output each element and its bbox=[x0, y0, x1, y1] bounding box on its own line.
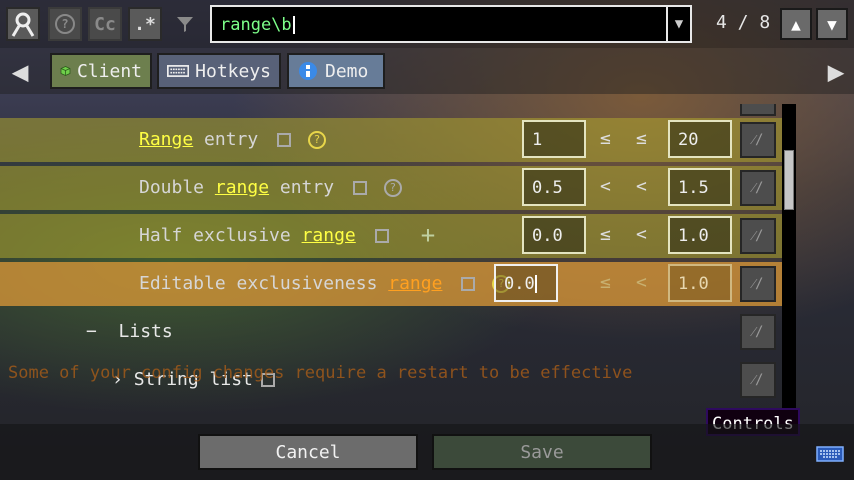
entry-label: Half exclusive range bbox=[139, 225, 389, 246]
range-max-input[interactable]: 20 bbox=[668, 120, 732, 158]
restart-warning: Some of your config changes require a re… bbox=[8, 363, 633, 383]
reset-icon: ⁄/ bbox=[752, 371, 764, 388]
config-entry-editable-exclusiveness-range: Editable exclusiveness range ? 0.0 ≤ < 1… bbox=[0, 262, 782, 306]
tabs-scroll-left[interactable]: ◀ bbox=[6, 52, 34, 90]
entry-label: Double range entry ? bbox=[139, 177, 402, 198]
range-min-input[interactable]: 0.0 bbox=[522, 216, 586, 254]
reset-button[interactable]: ⁄/ bbox=[740, 266, 776, 302]
min-comparator-toggle[interactable]: < bbox=[600, 176, 611, 197]
tab-client[interactable]: Client bbox=[50, 53, 152, 89]
next-match-button[interactable]: ▼ bbox=[816, 8, 848, 40]
text-cursor bbox=[534, 275, 537, 293]
tab-hotkeys[interactable]: Hotkeys bbox=[157, 53, 281, 89]
previous-match-button[interactable]: ▲ bbox=[780, 8, 812, 40]
min-comparator-toggle[interactable]: ≤ bbox=[600, 224, 611, 245]
reset-button[interactable]: ⁄/ bbox=[740, 104, 776, 116]
config-entry-range: Range entry ? 1 ≤ ≤ 20 ⁄/ bbox=[0, 118, 782, 162]
keyboard-icon[interactable] bbox=[816, 446, 844, 462]
min-comparator-toggle[interactable]: ≤ bbox=[600, 272, 611, 293]
reset-button[interactable]: ⁄/ bbox=[740, 122, 776, 158]
range-max-input[interactable]: 1.5 bbox=[668, 168, 732, 206]
reset-button[interactable]: ⁄/ bbox=[740, 218, 776, 254]
save-button[interactable]: Save bbox=[432, 434, 652, 470]
help-search-toggle[interactable]: ? bbox=[48, 7, 82, 41]
question-icon: ? bbox=[55, 14, 75, 34]
category-lists[interactable]: − Lists ⁄/ bbox=[0, 310, 782, 354]
search-history-dropdown[interactable]: ▼ bbox=[668, 5, 692, 43]
config-entry-half-exclusive-range: Half exclusive range + 0.0 ≤ < 1.0 ⁄/ bbox=[0, 214, 782, 258]
entry-label: Editable exclusiveness range ? bbox=[139, 273, 511, 294]
chevron-up-icon: ▲ bbox=[791, 14, 801, 34]
max-comparator-toggle[interactable]: ≤ bbox=[636, 128, 647, 149]
cancel-button[interactable]: Cancel bbox=[198, 434, 418, 470]
plus-icon: + bbox=[420, 221, 436, 249]
regex-toggle[interactable]: .* bbox=[128, 7, 162, 41]
text-cursor bbox=[292, 16, 295, 34]
range-min-input[interactable]: 0.0 bbox=[494, 264, 558, 302]
reset-icon: ⁄/ bbox=[752, 227, 764, 244]
globe-icon bbox=[299, 62, 317, 80]
range-min-input[interactable]: 1 bbox=[522, 120, 586, 158]
tab-demo[interactable]: Demo bbox=[287, 53, 385, 89]
bottom-bar bbox=[0, 424, 854, 480]
config-entry-double-range: Double range entry ? 0.5 < < 1.5 ⁄/ bbox=[0, 166, 782, 210]
copy-icon[interactable] bbox=[461, 277, 476, 291]
collapse-icon: − bbox=[86, 321, 97, 342]
cube-icon bbox=[60, 66, 71, 76]
reset-button[interactable]: ⁄/ bbox=[740, 314, 776, 350]
range-min-input[interactable]: 0.5 bbox=[522, 168, 586, 206]
chevron-left-icon: ◀ bbox=[11, 54, 29, 88]
reset-button[interactable]: ⁄/ bbox=[740, 170, 776, 206]
max-comparator-toggle[interactable]: < bbox=[636, 272, 647, 293]
reset-button[interactable]: ⁄/ bbox=[740, 362, 776, 398]
category-header: − Lists bbox=[86, 321, 173, 342]
keyboard-icon bbox=[167, 65, 190, 77]
entry-label: Range entry ? bbox=[139, 129, 326, 150]
copy-icon[interactable] bbox=[352, 181, 367, 195]
case-sensitive-toggle[interactable]: Cc bbox=[88, 7, 122, 41]
reset-icon: ⁄/ bbox=[752, 275, 764, 292]
reset-icon: ⁄/ bbox=[753, 104, 764, 107]
funnel-icon bbox=[177, 17, 193, 32]
max-comparator-toggle[interactable]: < bbox=[636, 224, 647, 245]
copy-icon[interactable] bbox=[277, 133, 292, 147]
max-comparator-toggle[interactable]: < bbox=[636, 176, 647, 197]
reset-icon: ⁄/ bbox=[752, 179, 764, 196]
chevron-down-icon: ▼ bbox=[827, 14, 837, 34]
filter-button[interactable] bbox=[168, 7, 202, 41]
copy-icon[interactable] bbox=[374, 229, 389, 243]
reset-icon: ⁄/ bbox=[752, 131, 764, 148]
range-max-input[interactable]: 1.0 bbox=[668, 216, 732, 254]
chevron-down-icon: ▼ bbox=[674, 16, 684, 32]
help-search-icon[interactable]: ? bbox=[307, 131, 326, 149]
match-counter: 4 / 8 bbox=[716, 12, 771, 33]
help-icon[interactable]: ? bbox=[383, 179, 402, 197]
person-search-icon bbox=[11, 12, 35, 37]
min-comparator-toggle[interactable]: ≤ bbox=[600, 128, 611, 149]
search-input[interactable]: range\b bbox=[210, 5, 668, 43]
reset-icon: ⁄/ bbox=[752, 323, 764, 340]
tabs-scroll-right[interactable]: ▶ bbox=[822, 52, 850, 90]
scrollbar-thumb[interactable] bbox=[784, 150, 794, 210]
chevron-right-icon: ▶ bbox=[827, 54, 845, 88]
range-max-input[interactable]: 1.0 bbox=[668, 264, 732, 302]
filter-mode-button[interactable] bbox=[6, 7, 40, 41]
